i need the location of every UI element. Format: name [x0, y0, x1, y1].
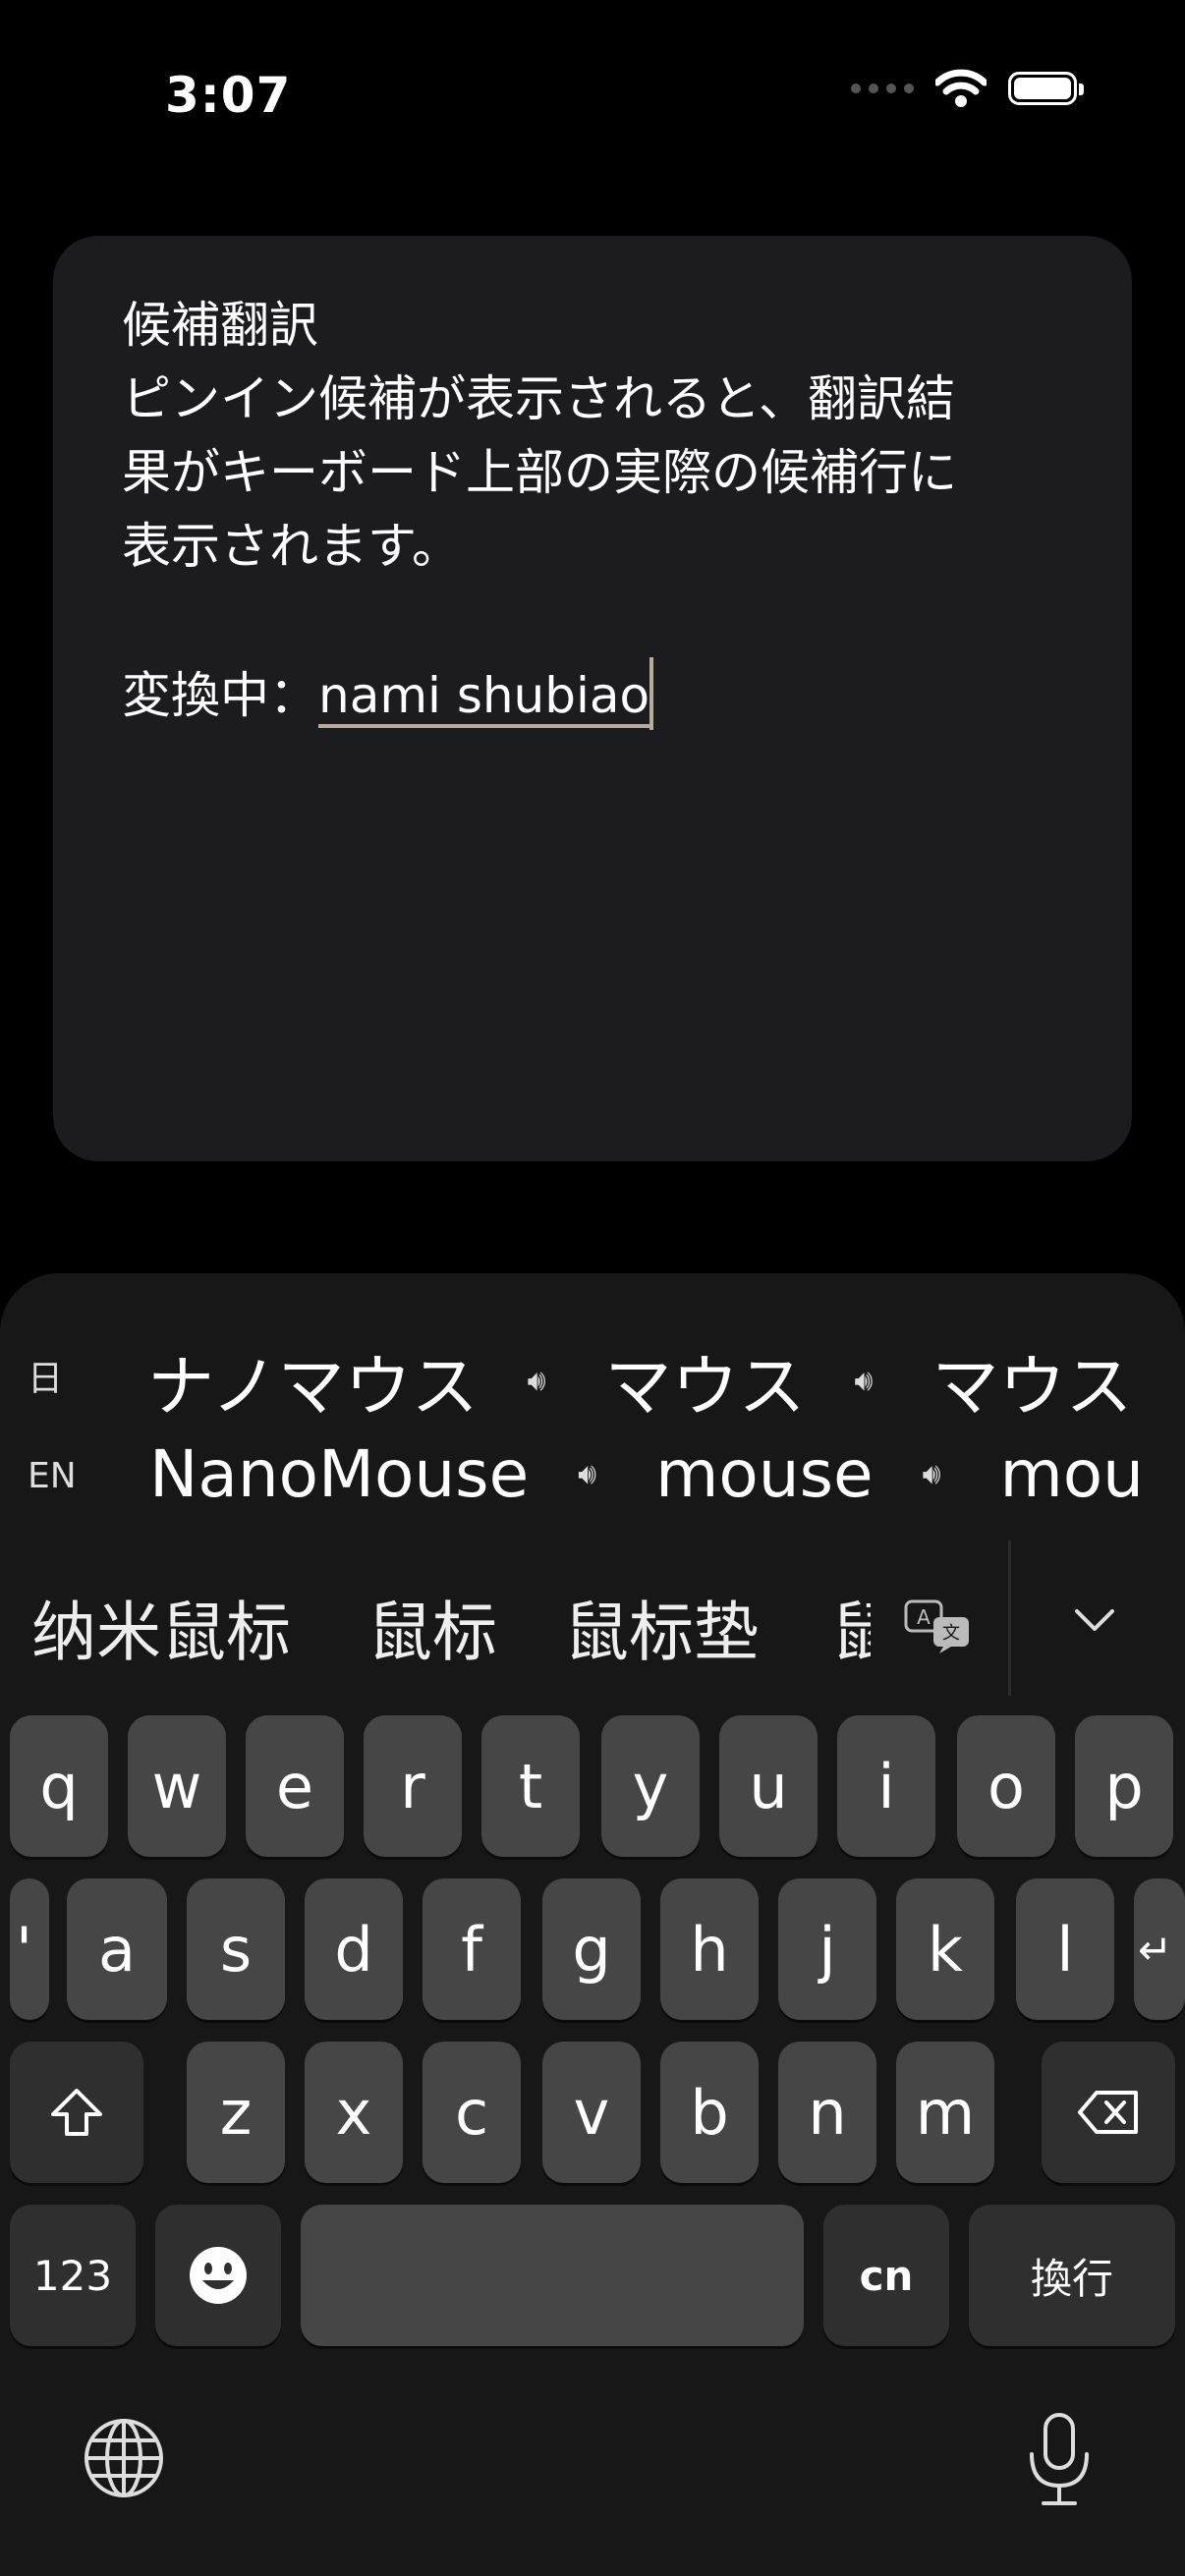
translation-row-en: EN NanoMouse 🔊︎ mouse 🔊︎ mou	[0, 1436, 1185, 1525]
key-f[interactable]: f	[423, 1878, 521, 2020]
candidate-2[interactable]: 鼠标	[367, 1580, 497, 1674]
candidate-4[interactable]: 鼠	[831, 1580, 871, 1674]
key-return-arrow[interactable]: ↵	[1134, 1878, 1185, 2020]
key-l[interactable]: l	[1016, 1878, 1114, 2020]
text-editor[interactable]: 候補翻訳 ピンイン候補が表示されると、翻訳結 果がキーボード上部の実際の候補行に…	[53, 236, 1132, 1161]
emoji-icon	[190, 2247, 247, 2304]
key-k[interactable]: k	[896, 1878, 994, 2020]
key-c[interactable]: c	[423, 2042, 521, 2183]
svg-text:文: 文	[942, 1623, 960, 1644]
key-backspace[interactable]	[1042, 2042, 1175, 2183]
note-line-3: 果がキーボード上部の実際の候補行に	[122, 444, 957, 501]
speaker-icon[interactable]: 🔊︎	[528, 1364, 546, 1398]
speaker-icon[interactable]: 🔊︎	[578, 1457, 596, 1491]
lang-tag-en: EN	[28, 1456, 77, 1496]
key-language-cn[interactable]: cn	[823, 2205, 949, 2346]
key-y[interactable]: y	[601, 1715, 700, 1857]
key-v[interactable]: v	[542, 2042, 641, 2183]
key-i[interactable]: i	[837, 1715, 935, 1857]
key-q[interactable]: q	[10, 1715, 108, 1857]
key-emoji[interactable]	[155, 2205, 281, 2346]
text-caret	[649, 657, 654, 730]
battery-icon	[1008, 72, 1084, 105]
key-t[interactable]: t	[481, 1715, 580, 1857]
speaker-icon[interactable]: 🔊︎	[923, 1457, 941, 1491]
key-w[interactable]: w	[128, 1715, 226, 1857]
candidate-1[interactable]: 纳米鼠标	[31, 1580, 291, 1674]
translation-jp-3[interactable]: マウス	[931, 1332, 1132, 1429]
key-z[interactable]: z	[187, 2042, 285, 2183]
translation-jp-1[interactable]: ナノマウス	[147, 1332, 479, 1429]
note-line-2: ピンイン候補が表示されると、翻訳結	[122, 370, 955, 427]
microphone-icon[interactable]	[1024, 2411, 1095, 2509]
key-h[interactable]: h	[660, 1878, 759, 2020]
key-n[interactable]: n	[778, 2042, 876, 2183]
key-j[interactable]: j	[778, 1878, 876, 2020]
svg-text:A: A	[917, 1605, 931, 1629]
backspace-icon	[1078, 2091, 1138, 2134]
key-p[interactable]: p	[1075, 1715, 1173, 1857]
key-g[interactable]: g	[542, 1878, 641, 2020]
key-numbers[interactable]: 123	[10, 2205, 136, 2346]
signal-dots-icon	[851, 84, 914, 93]
shift-icon	[51, 2089, 102, 2136]
note-line-4: 表示されます。	[122, 518, 461, 575]
composing-label: 変換中：	[122, 667, 318, 724]
keyboard-bottom-bar	[0, 2348, 1185, 2576]
note-line-1: 候補翻訳	[122, 297, 318, 354]
composing-line: 変換中：nami shubiao	[122, 657, 1063, 733]
composing-text: nami shubiao	[318, 667, 650, 728]
translation-en-3[interactable]: mou	[999, 1436, 1144, 1512]
translation-en-2[interactable]: mouse	[655, 1436, 874, 1512]
globe-icon[interactable]	[83, 2417, 165, 2499]
key-m[interactable]: m	[896, 2042, 994, 2183]
status-indicators	[851, 69, 1084, 108]
status-time: 3:07	[165, 67, 292, 124]
key-apostrophe[interactable]: '	[10, 1878, 49, 2020]
candidate-3[interactable]: 鼠标垫	[564, 1580, 759, 1674]
key-d[interactable]: d	[305, 1878, 403, 2020]
key-space[interactable]	[301, 2205, 804, 2346]
translation-jp-2[interactable]: マウス	[605, 1332, 806, 1429]
lang-tag-jp: 日	[28, 1359, 64, 1399]
candidate-divider	[1008, 1540, 1011, 1696]
translate-icon[interactable]: A 文	[904, 1597, 975, 1654]
chevron-down-icon[interactable]	[1071, 1596, 1118, 1643]
key-return[interactable]: 換行	[969, 2205, 1175, 2346]
translation-row-jp: 日 ナノマウス 🔊︎ マウス 🔊︎ マウス	[0, 1332, 1185, 1427]
key-r[interactable]: r	[364, 1715, 462, 1857]
wifi-icon	[935, 69, 987, 107]
translation-en-1[interactable]: NanoMouse	[149, 1436, 529, 1512]
key-shift[interactable]	[10, 2042, 143, 2183]
key-a[interactable]: a	[67, 1878, 167, 2020]
key-e[interactable]: e	[246, 1715, 344, 1857]
key-o[interactable]: o	[957, 1715, 1055, 1857]
key-b[interactable]: b	[660, 2042, 759, 2183]
key-s[interactable]: s	[187, 1878, 285, 2020]
key-x[interactable]: x	[305, 2042, 403, 2183]
key-u[interactable]: u	[719, 1715, 818, 1857]
speaker-icon[interactable]: 🔊︎	[855, 1364, 874, 1398]
